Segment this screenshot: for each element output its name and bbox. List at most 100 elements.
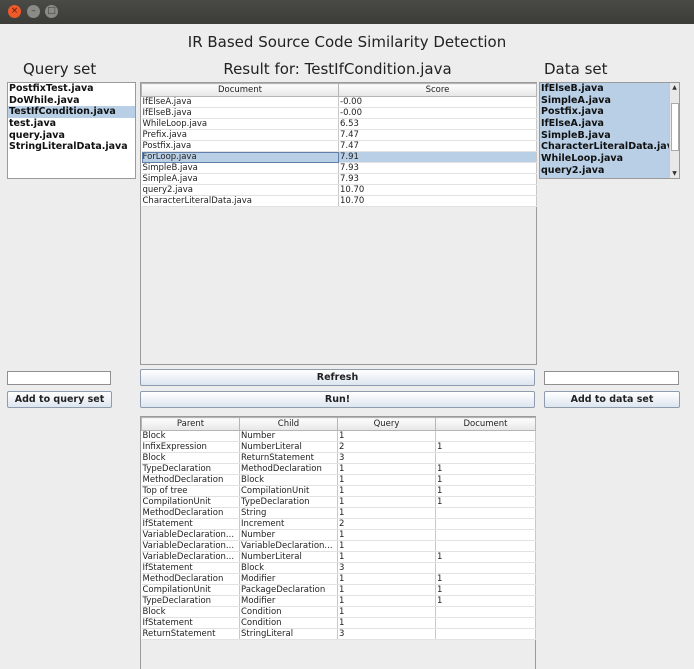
query-set-item[interactable]: DoWhile.java xyxy=(8,95,135,107)
document-count-cell: 1 xyxy=(435,595,536,607)
query-set-item[interactable]: PostfixTest.java xyxy=(8,83,135,95)
window-maximize-button[interactable]: □ xyxy=(45,5,58,18)
document-count-cell xyxy=(435,617,536,629)
table-row[interactable]: Block Condition 1 xyxy=(141,606,536,618)
query-count-cell: 3 xyxy=(337,452,436,464)
table-row[interactable]: SimpleB.java 7.93 xyxy=(141,162,537,174)
query-set-item[interactable]: query.java xyxy=(8,130,135,142)
child-cell: CompilationUnit xyxy=(239,485,338,497)
parent-cell: VariableDeclaration... xyxy=(141,551,240,563)
table-row[interactable]: VariableDeclaration... VariableDeclaratio… xyxy=(141,540,536,552)
data-set-item[interactable]: IfElseA.java xyxy=(540,118,679,130)
table-row[interactable]: IfStatement Increment 2 xyxy=(141,518,536,530)
table-row[interactable]: query2.java 10.70 xyxy=(141,184,537,196)
table-row[interactable]: Prefix.java 7.47 xyxy=(141,129,537,141)
document-count-cell xyxy=(435,529,536,541)
data-set-item[interactable]: SimpleB.java xyxy=(540,130,679,142)
query-count-cell: 1 xyxy=(337,573,436,585)
add-to-data-set-button[interactable]: Add to data set xyxy=(544,391,680,408)
query-set-list[interactable]: PostfixTest.java DoWhile.java TestIfCondit… xyxy=(7,82,136,179)
table-row[interactable]: MethodDeclaration Block 1 1 xyxy=(141,474,536,486)
table-row[interactable]: CompilationUnit PackageDeclaration 1 1 xyxy=(141,584,536,596)
table-row[interactable]: Block Number 1 xyxy=(141,430,536,442)
document-count-cell: 1 xyxy=(435,573,536,585)
run-button[interactable]: Run! xyxy=(140,391,535,408)
table-row[interactable]: ForLoop.java 7.91 xyxy=(141,151,537,163)
child-cell: Block xyxy=(239,562,338,574)
query-count-cell: 1 xyxy=(337,430,436,442)
result-table[interactable]: Document Score IfElseA.java -0.00 IfElseB.j… xyxy=(141,83,537,207)
table-row[interactable]: IfElseA.java -0.00 xyxy=(141,96,537,108)
table-row[interactable]: Block ReturnStatement 3 xyxy=(141,452,536,464)
table-row[interactable]: CompilationUnit TypeDeclaration 1 1 xyxy=(141,496,536,508)
table-row[interactable]: VariableDeclaration... NumberLiteral 1 1 xyxy=(141,551,536,563)
details-column-header[interactable]: Query xyxy=(337,417,436,431)
document-count-cell: 1 xyxy=(435,463,536,475)
child-cell: Modifier xyxy=(239,595,338,607)
parent-cell: MethodDeclaration xyxy=(141,573,240,585)
document-count-cell xyxy=(435,452,536,464)
document-count-cell: 1 xyxy=(435,584,536,596)
table-row[interactable]: TypeDeclaration Modifier 1 1 xyxy=(141,595,536,607)
data-set-item[interactable]: IfElseB.java xyxy=(540,83,679,95)
details-column-header[interactable]: Document xyxy=(435,417,536,431)
table-row[interactable]: Top of tree CompilationUnit 1 1 xyxy=(141,485,536,497)
table-row[interactable]: MethodDeclaration String 1 xyxy=(141,507,536,519)
add-to-query-set-button[interactable]: Add to query set xyxy=(7,391,112,408)
result-column-header[interactable]: Score xyxy=(338,83,537,97)
document-cell: CharacterLiteralData.java xyxy=(141,195,339,207)
table-row[interactable]: TypeDeclaration MethodDeclaration 1 1 xyxy=(141,463,536,475)
child-cell: Modifier xyxy=(239,573,338,585)
parent-cell: Block xyxy=(141,606,240,618)
document-count-cell xyxy=(435,628,536,640)
table-row[interactable]: IfStatement Block 3 xyxy=(141,562,536,574)
table-row[interactable]: VariableDeclaration... Number 1 xyxy=(141,529,536,541)
table-row[interactable]: IfElseB.java -0.00 xyxy=(141,107,537,119)
window-close-button[interactable]: × xyxy=(8,5,21,18)
data-set-input[interactable] xyxy=(544,371,679,385)
query-set-item[interactable]: StringLiteralData.java xyxy=(8,141,135,153)
query-set-heading: Query set xyxy=(23,60,97,78)
table-row[interactable]: SimpleA.java 7.93 xyxy=(141,173,537,185)
table-row[interactable]: CharacterLiteralData.java 10.70 xyxy=(141,195,537,207)
data-set-item[interactable]: CharacterLiteralData.java xyxy=(540,141,679,153)
data-set-item[interactable]: WhileLoop.java xyxy=(540,153,679,165)
query-set-item[interactable]: TestIfCondition.java xyxy=(8,106,135,119)
data-set-item[interactable]: SimpleA.java xyxy=(540,95,679,107)
document-cell: ForLoop.java xyxy=(141,151,339,163)
scroll-up-arrow-icon[interactable]: ▲ xyxy=(670,83,679,92)
data-set-item[interactable]: Postfix.java xyxy=(540,106,679,118)
child-cell: Number xyxy=(239,529,338,541)
table-row[interactable]: ReturnStatement StringLiteral 3 xyxy=(141,628,536,640)
data-set-scrollbar[interactable]: ▲ ▼ xyxy=(669,83,679,178)
query-set-item[interactable]: test.java xyxy=(8,118,135,130)
data-set-item[interactable]: query2.java xyxy=(540,165,679,177)
table-row[interactable]: Postfix.java 7.47 xyxy=(141,140,537,152)
child-cell: NumberLiteral xyxy=(239,441,338,453)
child-cell: Number xyxy=(239,430,338,442)
query-count-cell: 1 xyxy=(337,595,436,607)
details-column-header[interactable]: Parent xyxy=(141,417,240,431)
parent-cell: IfStatement xyxy=(141,617,240,629)
refresh-button[interactable]: Refresh xyxy=(140,369,535,386)
scroll-down-arrow-icon[interactable]: ▼ xyxy=(670,169,679,178)
document-count-cell xyxy=(435,606,536,618)
table-row[interactable]: MethodDeclaration Modifier 1 1 xyxy=(141,573,536,585)
scrollbar-thumb[interactable] xyxy=(671,103,679,151)
data-set-list[interactable]: IfElseB.java SimpleA.java Postfix.java IfEl… xyxy=(539,82,680,179)
score-cell: 10.70 xyxy=(338,195,537,207)
parent-cell: VariableDeclaration... xyxy=(141,529,240,541)
table-row[interactable]: WhileLoop.java 6.53 xyxy=(141,118,537,130)
result-column-header[interactable]: Document xyxy=(141,83,339,97)
query-set-input[interactable] xyxy=(7,371,111,385)
window-minimize-button[interactable]: – xyxy=(27,5,40,18)
parent-cell: TypeDeclaration xyxy=(141,463,240,475)
query-count-cell: 1 xyxy=(337,617,436,629)
result-heading: Result for: TestIfCondition.java xyxy=(223,60,452,78)
child-cell: PackageDeclaration xyxy=(239,584,338,596)
child-cell: String xyxy=(239,507,338,519)
table-row[interactable]: InfixExpression NumberLiteral 2 1 xyxy=(141,441,536,453)
table-row[interactable]: IfStatement Condition 1 xyxy=(141,617,536,629)
details-column-header[interactable]: Child xyxy=(239,417,338,431)
details-table[interactable]: Parent Child Query Document Block Number 1 Inf… xyxy=(141,417,536,640)
